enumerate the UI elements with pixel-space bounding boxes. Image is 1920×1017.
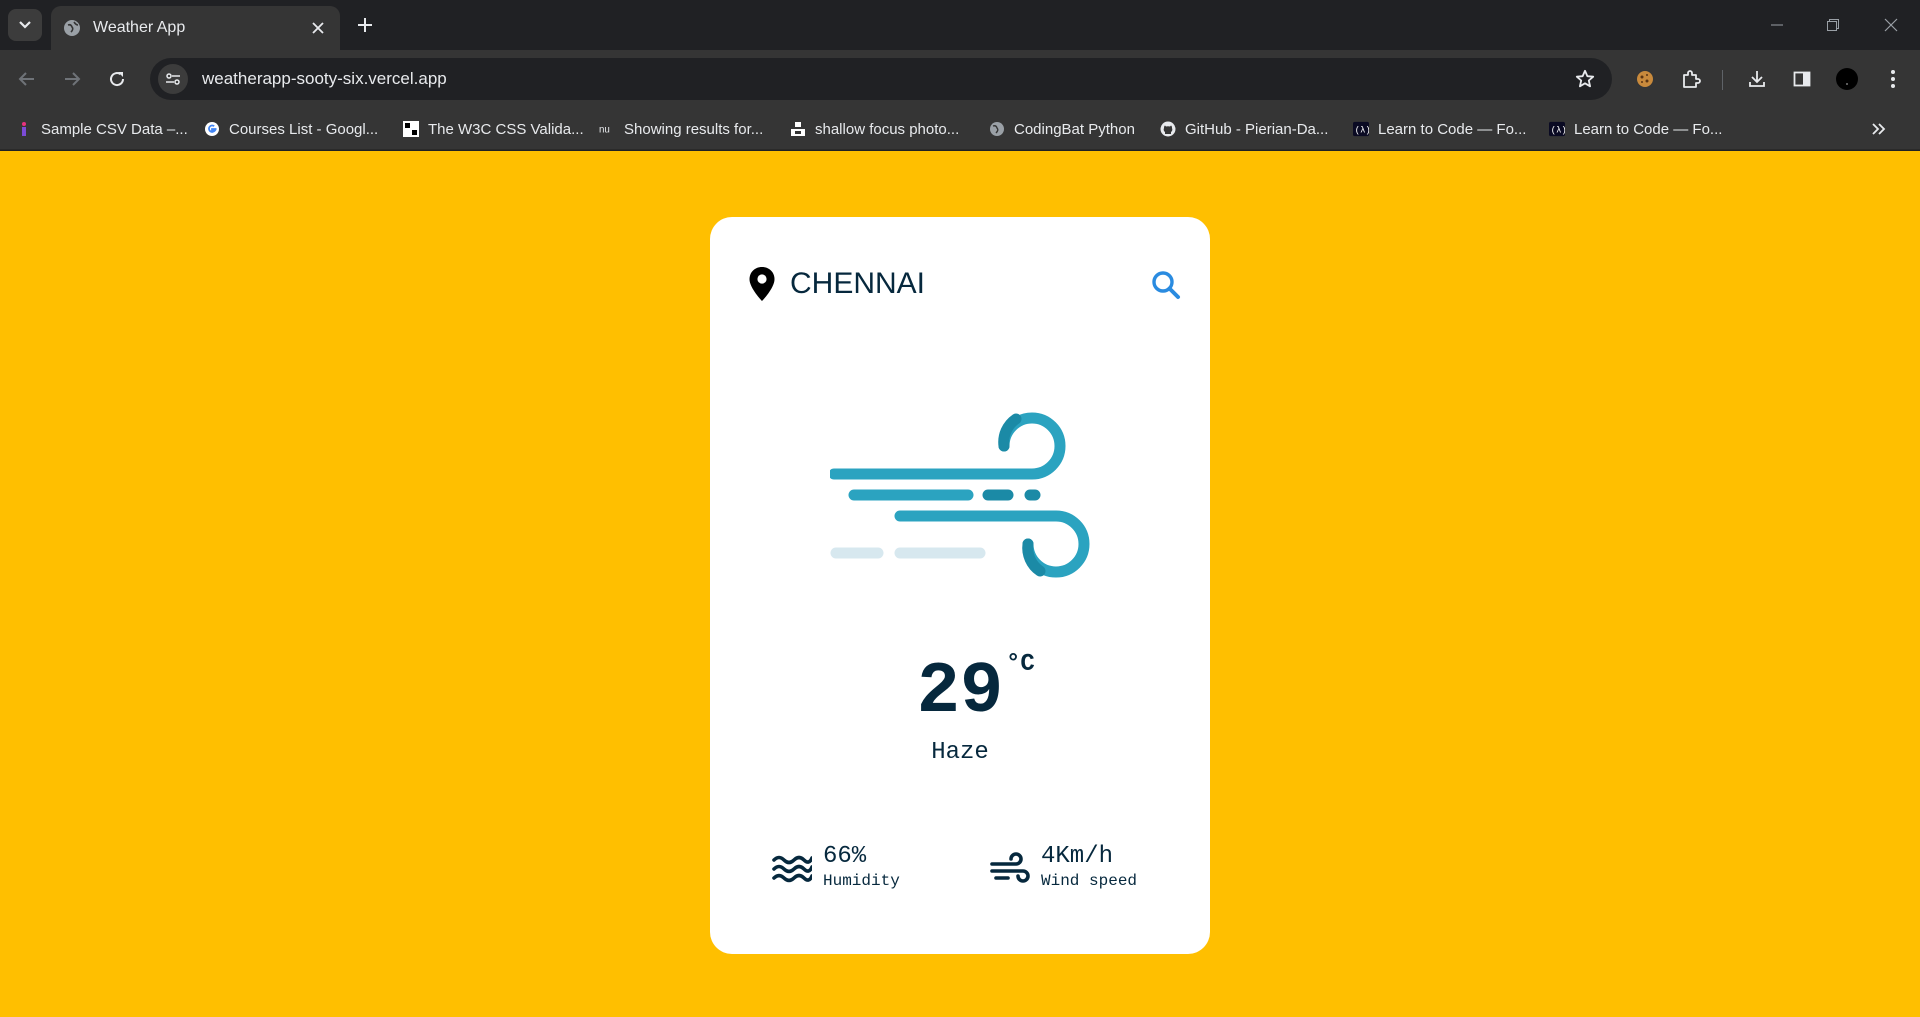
cookie-extension-icon[interactable] bbox=[1630, 64, 1660, 94]
humidity-value: 66% bbox=[823, 843, 867, 870]
bookmark-item[interactable]: (λ) Learn to Code — Fo... bbox=[1549, 118, 1722, 140]
page-background: CHENNAI 29 °C Haze 66% Humidity 4Km/h Wi… bbox=[0, 151, 1920, 1017]
location-pin-icon bbox=[749, 267, 775, 301]
arrow-left-icon bbox=[18, 72, 34, 86]
tab-strip: Weather App bbox=[0, 0, 1920, 50]
side-panel-icon[interactable] bbox=[1787, 64, 1817, 94]
weather-description: Haze bbox=[931, 739, 989, 766]
freecodecamp-icon: (λ) bbox=[1353, 121, 1369, 137]
arrow-right-icon bbox=[65, 72, 81, 86]
reload-icon bbox=[110, 72, 125, 87]
chevron-down-icon bbox=[19, 21, 31, 29]
bookmark-label: Learn to Code — Fo... bbox=[1378, 120, 1527, 138]
menu-kebab-icon[interactable] bbox=[1878, 64, 1908, 94]
svg-text:(λ): (λ) bbox=[1355, 126, 1369, 136]
minimize-icon bbox=[1771, 24, 1783, 26]
bookmark-item[interactable]: GitHub - Pierian-Da... bbox=[1160, 118, 1328, 140]
temperature-value: 29 bbox=[916, 651, 1004, 733]
browser-toolbar: weatherapp-sooty-six.vercel.app bbox=[0, 50, 1920, 108]
bookmark-item[interactable]: (λ) Learn to Code — Fo... bbox=[1353, 118, 1526, 140]
bookmark-item[interactable]: Courses List - Googl... bbox=[204, 118, 378, 140]
close-icon bbox=[1884, 18, 1898, 32]
bookmarks-bar: Sample CSV Data –... Courses List - Goog… bbox=[0, 108, 1920, 150]
search-button[interactable] bbox=[1150, 269, 1182, 301]
bookmark-label: shallow focus photo... bbox=[815, 120, 960, 138]
url-text[interactable]: weatherapp-sooty-six.vercel.app bbox=[202, 69, 1570, 89]
bookmark-label: GitHub - Pierian-Da... bbox=[1185, 120, 1329, 138]
bookmark-label: CodingBat Python bbox=[1014, 120, 1135, 138]
bookmark-star-icon[interactable] bbox=[1570, 64, 1600, 94]
back-button[interactable] bbox=[12, 64, 42, 94]
address-bar[interactable]: weatherapp-sooty-six.vercel.app bbox=[150, 58, 1612, 100]
google-icon bbox=[204, 121, 220, 137]
humidity-label: Humidity bbox=[823, 872, 900, 890]
new-tab-button[interactable] bbox=[352, 12, 378, 38]
bookmark-item[interactable]: The W3C CSS Valida... bbox=[403, 118, 584, 140]
tab-weather-app[interactable]: Weather App bbox=[51, 6, 340, 50]
bookmark-label: Learn to Code — Fo... bbox=[1574, 120, 1723, 138]
tab-search-button[interactable] bbox=[8, 9, 42, 41]
bookmark-item[interactable]: CodingBat Python bbox=[989, 118, 1135, 140]
tab-title: Weather App bbox=[93, 19, 186, 36]
bookmark-label: Showing results for... bbox=[624, 120, 764, 138]
wind-detail: 4Km/h Wind speed bbox=[990, 843, 1170, 893]
extensions-puzzle-icon[interactable] bbox=[1676, 64, 1706, 94]
wind-speed-icon bbox=[990, 852, 1030, 883]
weather-card: CHENNAI 29 °C Haze 66% Humidity 4Km/h Wi… bbox=[710, 217, 1210, 954]
restore-button[interactable] bbox=[1818, 12, 1848, 38]
wind-speed-label: Wind speed bbox=[1041, 872, 1138, 890]
reload-button[interactable] bbox=[102, 64, 132, 94]
csv-icon bbox=[16, 121, 32, 137]
wind-icon bbox=[830, 412, 1090, 578]
toolbar-separator bbox=[1722, 70, 1723, 90]
close-window-button[interactable] bbox=[1876, 12, 1906, 38]
humidity-detail: 66% Humidity bbox=[772, 843, 932, 893]
bookmark-item[interactable]: nu Showing results for... bbox=[599, 118, 763, 140]
card-header: CHENNAI bbox=[748, 265, 1180, 305]
bookmark-label: Courses List - Googl... bbox=[229, 120, 379, 138]
humidity-waves-icon bbox=[772, 855, 812, 883]
unsplash-icon bbox=[790, 121, 806, 137]
search-icon bbox=[1152, 271, 1180, 299]
restore-icon bbox=[1827, 19, 1839, 31]
bookmark-label: The W3C CSS Valida... bbox=[428, 120, 584, 138]
profile-avatar-icon[interactable] bbox=[1832, 64, 1862, 94]
site-info-icon[interactable] bbox=[158, 64, 188, 94]
bookmark-item[interactable]: shallow focus photo... bbox=[790, 118, 959, 140]
bookmark-item[interactable]: Sample CSV Data –... bbox=[16, 118, 188, 140]
github-icon bbox=[1160, 121, 1176, 137]
wind-speed-value: 4Km/h bbox=[1041, 843, 1114, 870]
globe-icon bbox=[989, 121, 1005, 137]
more-bookmarks-chevron-icon[interactable] bbox=[1866, 116, 1892, 142]
forward-button[interactable] bbox=[57, 64, 87, 94]
temperature-unit: °C bbox=[1006, 651, 1035, 678]
globe-icon bbox=[63, 19, 81, 37]
download-icon[interactable] bbox=[1742, 64, 1772, 94]
minimize-button[interactable] bbox=[1762, 12, 1792, 38]
city-name: CHENNAI bbox=[790, 267, 926, 300]
close-tab-icon[interactable] bbox=[308, 18, 328, 38]
bookmark-label: Sample CSV Data –... bbox=[41, 120, 188, 138]
nu-icon: nu bbox=[599, 121, 615, 137]
temperature-display: 29 °C bbox=[710, 651, 1210, 733]
svg-text:(λ): (λ) bbox=[1551, 126, 1565, 136]
w3c-icon bbox=[403, 121, 419, 137]
plus-icon bbox=[358, 18, 372, 32]
freecodecamp-icon: (λ) bbox=[1549, 121, 1565, 137]
svg-text:nu: nu bbox=[599, 125, 610, 136]
